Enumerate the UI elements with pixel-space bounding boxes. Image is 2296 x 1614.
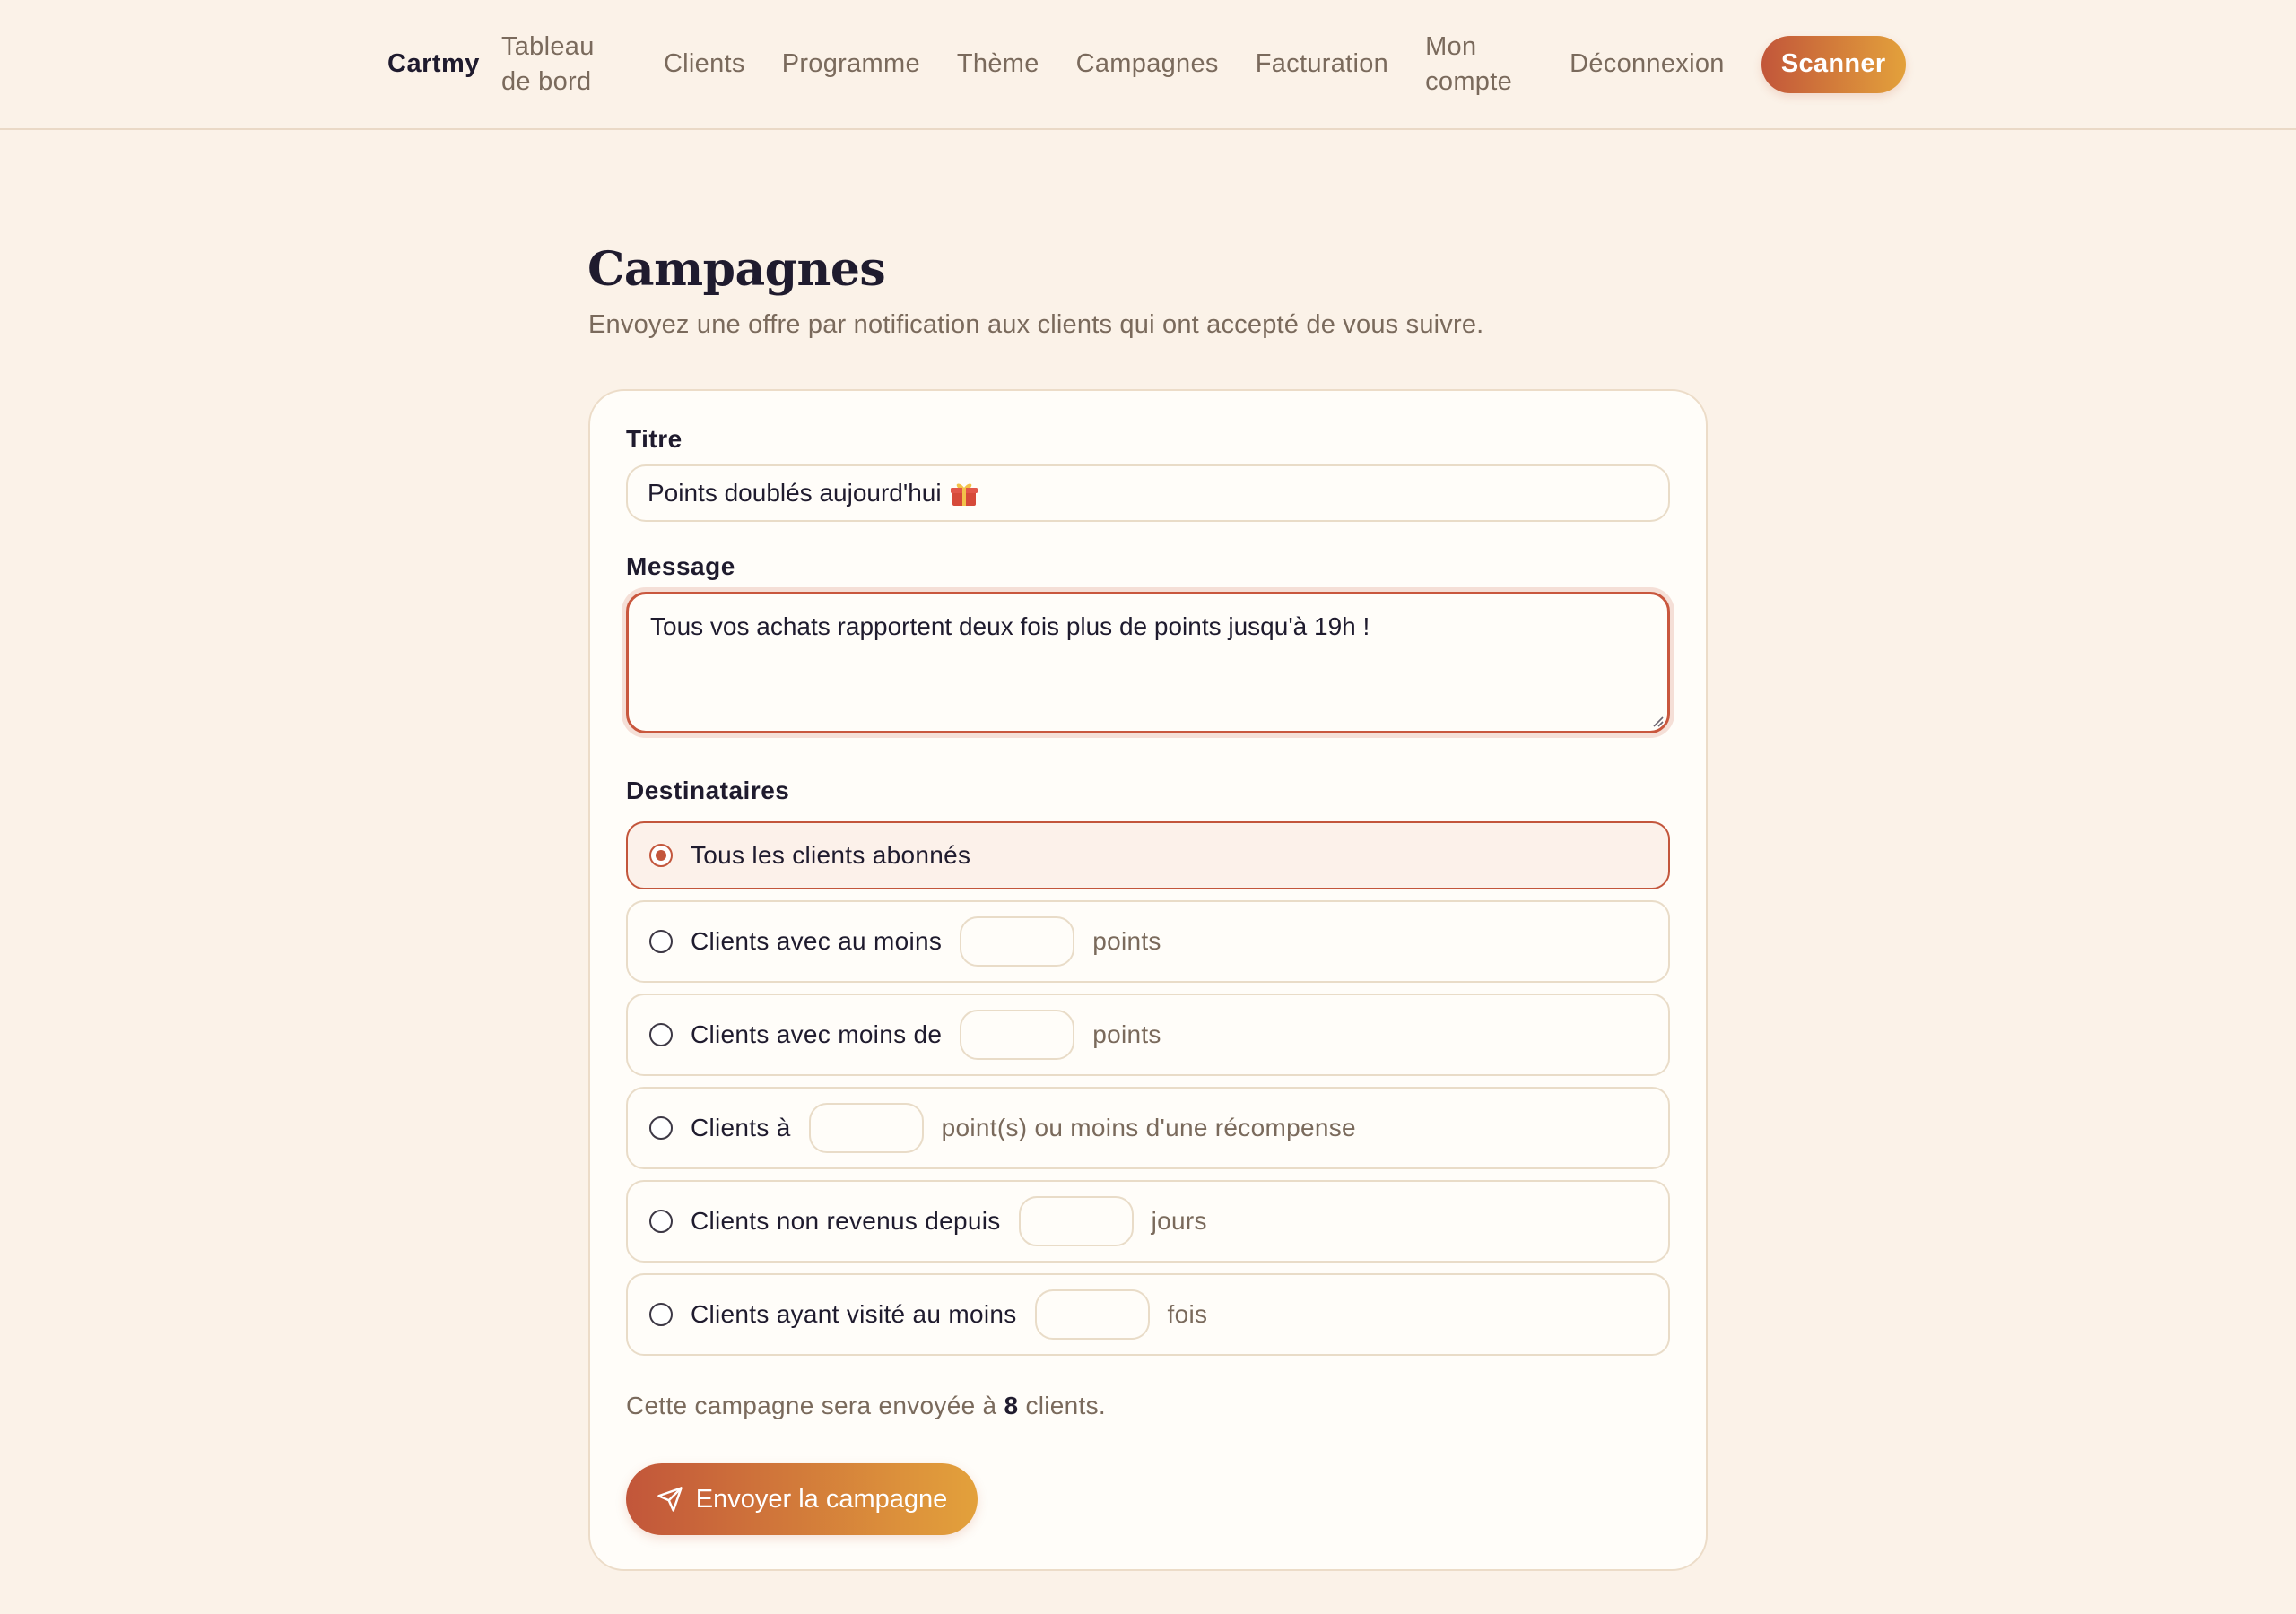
message-textarea[interactable]: Tous vos achats rapportent deux fois plu… xyxy=(626,592,1670,733)
option-label: Clients avec au moins xyxy=(691,927,943,955)
radio-selected-icon[interactable] xyxy=(649,844,673,867)
page-title: Campagnes xyxy=(587,242,886,297)
max-points-input[interactable] xyxy=(960,1010,1075,1060)
recipient-summary: Cette campagne sera envoyée à 8 clients. xyxy=(626,1392,1106,1420)
recipient-option-all[interactable]: Tous les clients abonnés xyxy=(626,821,1670,889)
title-input-value: Points doublés aujourd'hui xyxy=(648,479,942,507)
radio-icon[interactable] xyxy=(649,1023,673,1046)
option-unit: jours xyxy=(1151,1207,1207,1235)
radio-icon[interactable] xyxy=(649,1303,673,1326)
nav-link-account[interactable]: Mon compte xyxy=(1425,30,1533,100)
send-icon xyxy=(657,1487,683,1512)
brand-logo[interactable]: Cartmy xyxy=(387,49,480,79)
nav-link-program[interactable]: Programme xyxy=(782,47,920,82)
radio-icon[interactable] xyxy=(649,1210,673,1233)
option-unit: points xyxy=(1092,1020,1161,1048)
top-navigation: Cartmy Tableau de bord Clients Programme… xyxy=(0,0,2296,130)
gift-icon xyxy=(950,483,978,506)
recipient-option-min-points[interactable]: Clients avec au moins points xyxy=(626,900,1670,983)
message-label: Message xyxy=(626,552,735,580)
option-unit: fois xyxy=(1167,1300,1208,1328)
nav-link-billing[interactable]: Facturation xyxy=(1256,47,1388,82)
title-input[interactable]: Points doublés aujourd'hui xyxy=(626,464,1670,522)
min-visits-input[interactable] xyxy=(1034,1289,1150,1340)
nav-link-logout[interactable]: Déconnexion xyxy=(1570,47,1725,82)
summary-prefix: Cette campagne sera envoyée à xyxy=(626,1392,997,1419)
recipients-label: Destinataires xyxy=(626,777,790,804)
near-reward-input[interactable] xyxy=(808,1103,924,1153)
nav-link-theme[interactable]: Thème xyxy=(957,47,1039,82)
nav-link-campaigns[interactable]: Campagnes xyxy=(1076,47,1219,82)
radio-icon[interactable] xyxy=(649,930,673,953)
recipient-option-near-reward[interactable]: Clients à point(s) ou moins d'une récomp… xyxy=(626,1087,1670,1169)
min-points-input[interactable] xyxy=(960,916,1075,967)
recipient-option-min-visits[interactable]: Clients ayant visité au moins fois xyxy=(626,1273,1670,1356)
title-label: Titre xyxy=(626,425,683,453)
option-label: Clients ayant visité au moins xyxy=(691,1300,1017,1328)
page-subtitle: Envoyez une offre par notification aux c… xyxy=(588,310,1484,339)
summary-suffix: clients. xyxy=(1025,1392,1107,1419)
option-unit: points xyxy=(1092,927,1161,955)
send-button-label: Envoyer la campagne xyxy=(695,1484,948,1514)
option-label: Clients à xyxy=(691,1114,791,1141)
message-textarea-value: Tous vos achats rapportent deux fois plu… xyxy=(650,612,1370,640)
resize-handle-icon[interactable] xyxy=(1649,713,1664,727)
option-label: Tous les clients abonnés xyxy=(691,841,971,869)
nav-link-clients[interactable]: Clients xyxy=(664,47,745,82)
nav-bar: Cartmy Tableau de bord Clients Programme… xyxy=(387,0,1906,128)
option-label: Clients non revenus depuis xyxy=(691,1207,1001,1235)
recipient-option-max-points[interactable]: Clients avec moins de points xyxy=(626,994,1670,1076)
nav-link-dashboard[interactable]: Tableau de bord xyxy=(501,30,627,100)
inactive-days-input[interactable] xyxy=(1018,1196,1134,1246)
recipient-count: 8 xyxy=(1004,1392,1019,1419)
send-campaign-button[interactable]: Envoyer la campagne xyxy=(626,1463,978,1535)
campaign-form-card: Titre Points doublés aujourd'hui Message… xyxy=(588,389,1708,1571)
option-unit: point(s) ou moins d'une récompense xyxy=(941,1114,1356,1141)
recipient-option-inactive-days[interactable]: Clients non revenus depuis jours xyxy=(626,1180,1670,1263)
radio-icon[interactable] xyxy=(649,1116,673,1140)
option-label: Clients avec moins de xyxy=(691,1020,943,1048)
scan-button[interactable]: Scanner xyxy=(1761,35,1906,93)
